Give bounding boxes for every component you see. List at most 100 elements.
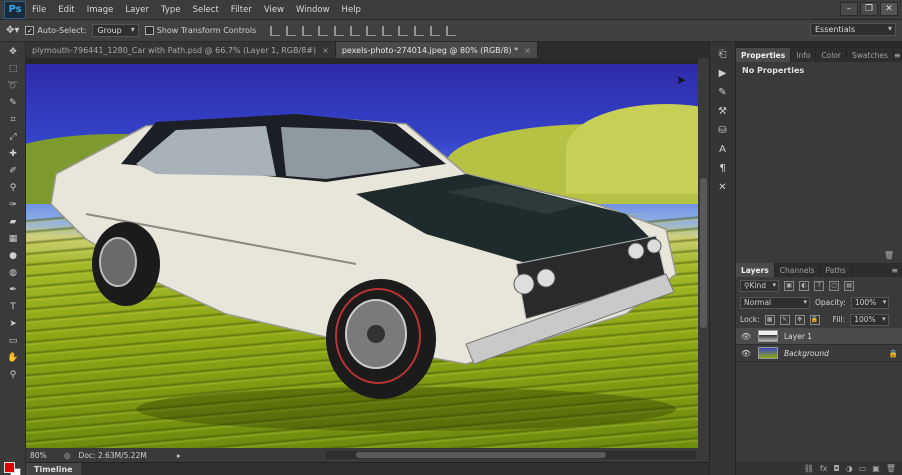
quick-select-tool-icon[interactable]: ✎ [4,95,22,110]
marquee-tool-icon[interactable]: ⬚ [4,61,22,76]
delete-layer-icon[interactable]: 🗑 [886,464,896,473]
new-adjustment-icon[interactable]: ◑ [846,464,853,473]
tab-swatches[interactable]: Swatches [847,48,894,62]
zoom-level[interactable]: 80% [26,451,56,460]
vertical-scroll-thumb[interactable] [700,178,707,328]
filter-type-icon[interactable]: T [814,280,825,291]
add-mask-icon[interactable]: ◘ [833,464,839,473]
tab-layers[interactable]: Layers [736,263,775,277]
minimize-button[interactable]: – [840,2,858,16]
layers-menu-icon[interactable]: ≡ [891,263,902,277]
align-vcenter-icon[interactable] [286,25,297,36]
move-tool-icon[interactable]: ✥ [4,44,22,59]
new-layer-icon[interactable]: ▣ [872,464,880,473]
distribute-left-icon[interactable] [414,25,425,36]
link-layers-icon[interactable]: ⛓ [804,464,814,473]
history-panel-icon[interactable]: ⎗ [714,47,732,61]
lock-pixels-icon[interactable]: ✎ [779,314,790,325]
tab-timeline[interactable]: Timeline [26,463,81,475]
clone-source-icon[interactable]: ⛁ [714,123,732,137]
eraser-tool-icon[interactable]: ▰ [4,214,22,229]
brush-panel-icon[interactable]: ✎ [714,85,732,99]
vertical-scrollbar[interactable] [698,58,709,448]
restore-button[interactable]: ❐ [860,2,878,16]
align-right-icon[interactable] [350,25,361,36]
tab-info[interactable]: Info [791,48,817,62]
brush-tool-icon[interactable]: ✐ [4,163,22,178]
menu-view[interactable]: View [258,5,290,15]
distribute-hcenter-icon[interactable] [430,25,441,36]
tab-properties[interactable]: Properties [736,48,792,62]
tool-presets-icon[interactable]: ✕ [714,180,732,194]
distribute-bottom-icon[interactable] [398,25,409,36]
brush-presets-icon[interactable]: ⚒ [714,104,732,118]
distribute-right-icon[interactable] [446,25,457,36]
gradient-tool-icon[interactable]: ▦ [4,231,22,246]
clone-stamp-tool-icon[interactable]: ⚲ [4,180,22,195]
transform-controls-checkbox[interactable] [144,26,154,35]
history-brush-tool-icon[interactable]: ✑ [4,197,22,212]
menu-edit[interactable]: Edit [52,5,80,15]
auto-select-option[interactable]: ✓ Auto-Select: [25,26,86,35]
layer-row[interactable]: 👁 Background 🔒 [736,345,902,362]
distribute-vcenter-icon[interactable] [382,25,393,36]
menu-filter[interactable]: Filter [225,5,258,15]
pen-tool-icon[interactable]: ✒ [4,282,22,297]
lasso-tool-icon[interactable]: ➰ [4,78,22,93]
hand-tool-icon[interactable]: ✋ [4,350,22,365]
blur-tool-icon[interactable]: ● [4,248,22,263]
tab-close-icon[interactable]: × [322,46,329,55]
move-tool-preset-icon[interactable]: ✥▾ [6,25,19,36]
align-left-icon[interactable] [318,25,329,36]
filter-adjustment-icon[interactable]: ◐ [799,280,810,291]
actions-panel-icon[interactable]: ▶ [714,66,732,80]
menu-type[interactable]: Type [155,5,187,15]
menu-select[interactable]: Select [187,5,225,15]
tab-color[interactable]: Color [816,48,848,62]
tab-pexels-jpeg[interactable]: pexels-photo-274014.jpeg @ 80% (RGB/8) *… [335,42,538,58]
zoom-tool-icon[interactable]: ⚲ [4,367,22,382]
lock-position-icon[interactable]: ✥ [794,314,805,325]
close-button[interactable]: ✕ [880,2,898,16]
document-canvas[interactable]: ➤ [26,58,709,448]
visibility-eye-icon[interactable]: 👁 [740,332,752,341]
layer-row[interactable]: 👁 Layer 1 [736,328,902,345]
path-selection-tool-icon[interactable]: ➤ [4,316,22,331]
fill-field[interactable]: 100% [850,313,889,326]
tab-paths[interactable]: Paths [820,263,852,277]
healing-brush-tool-icon[interactable]: ✚ [4,146,22,161]
paragraph-panel-icon[interactable]: ¶ [714,161,732,175]
foreground-color-swatch[interactable] [4,462,15,473]
dodge-tool-icon[interactable]: ◍ [4,265,22,280]
transform-controls-option[interactable]: Show Transform Controls [144,26,256,35]
trash-icon[interactable]: 🗑 [884,251,894,260]
shape-tool-icon[interactable]: ▭ [4,333,22,348]
layer-style-icon[interactable]: fx [820,464,828,473]
tab-close-icon[interactable]: × [524,46,531,55]
status-menu-icon[interactable]: ▸ [177,451,181,460]
lock-transparent-icon[interactable]: ▦ [764,314,775,325]
menu-file[interactable]: File [26,5,52,15]
character-panel-icon[interactable]: A [714,142,732,156]
auto-select-dropdown[interactable]: Group [92,24,139,37]
eyedropper-tool-icon[interactable]: ⤢ [4,129,22,144]
tab-channels[interactable]: Channels [775,263,821,277]
type-tool-icon[interactable]: T [4,299,22,314]
layer-kind-dropdown[interactable]: ⚲ Kind [740,279,780,292]
menu-layer[interactable]: Layer [119,5,155,15]
menu-image[interactable]: Image [81,5,120,15]
filter-pixel-icon[interactable]: ▣ [784,280,795,291]
align-bottom-icon[interactable] [302,25,313,36]
menu-window[interactable]: Window [290,5,336,15]
blend-mode-dropdown[interactable]: Normal [740,296,810,309]
crop-tool-icon[interactable]: ⌗ [4,112,22,127]
visibility-eye-icon[interactable]: 👁 [740,349,752,358]
horizontal-scroll-thumb[interactable] [356,452,606,458]
horizontal-scrollbar[interactable] [326,451,696,459]
align-top-icon[interactable] [270,25,281,36]
auto-select-checkbox[interactable]: ✓ [25,26,35,35]
workspace-dropdown[interactable]: Essentials [810,23,896,36]
menu-help[interactable]: Help [336,5,367,15]
panel-menu-icon[interactable]: ≡ [894,48,902,62]
tab-plymouth-psd[interactable]: plymouth-796441_1280_Car with Path.psd @… [26,42,336,58]
